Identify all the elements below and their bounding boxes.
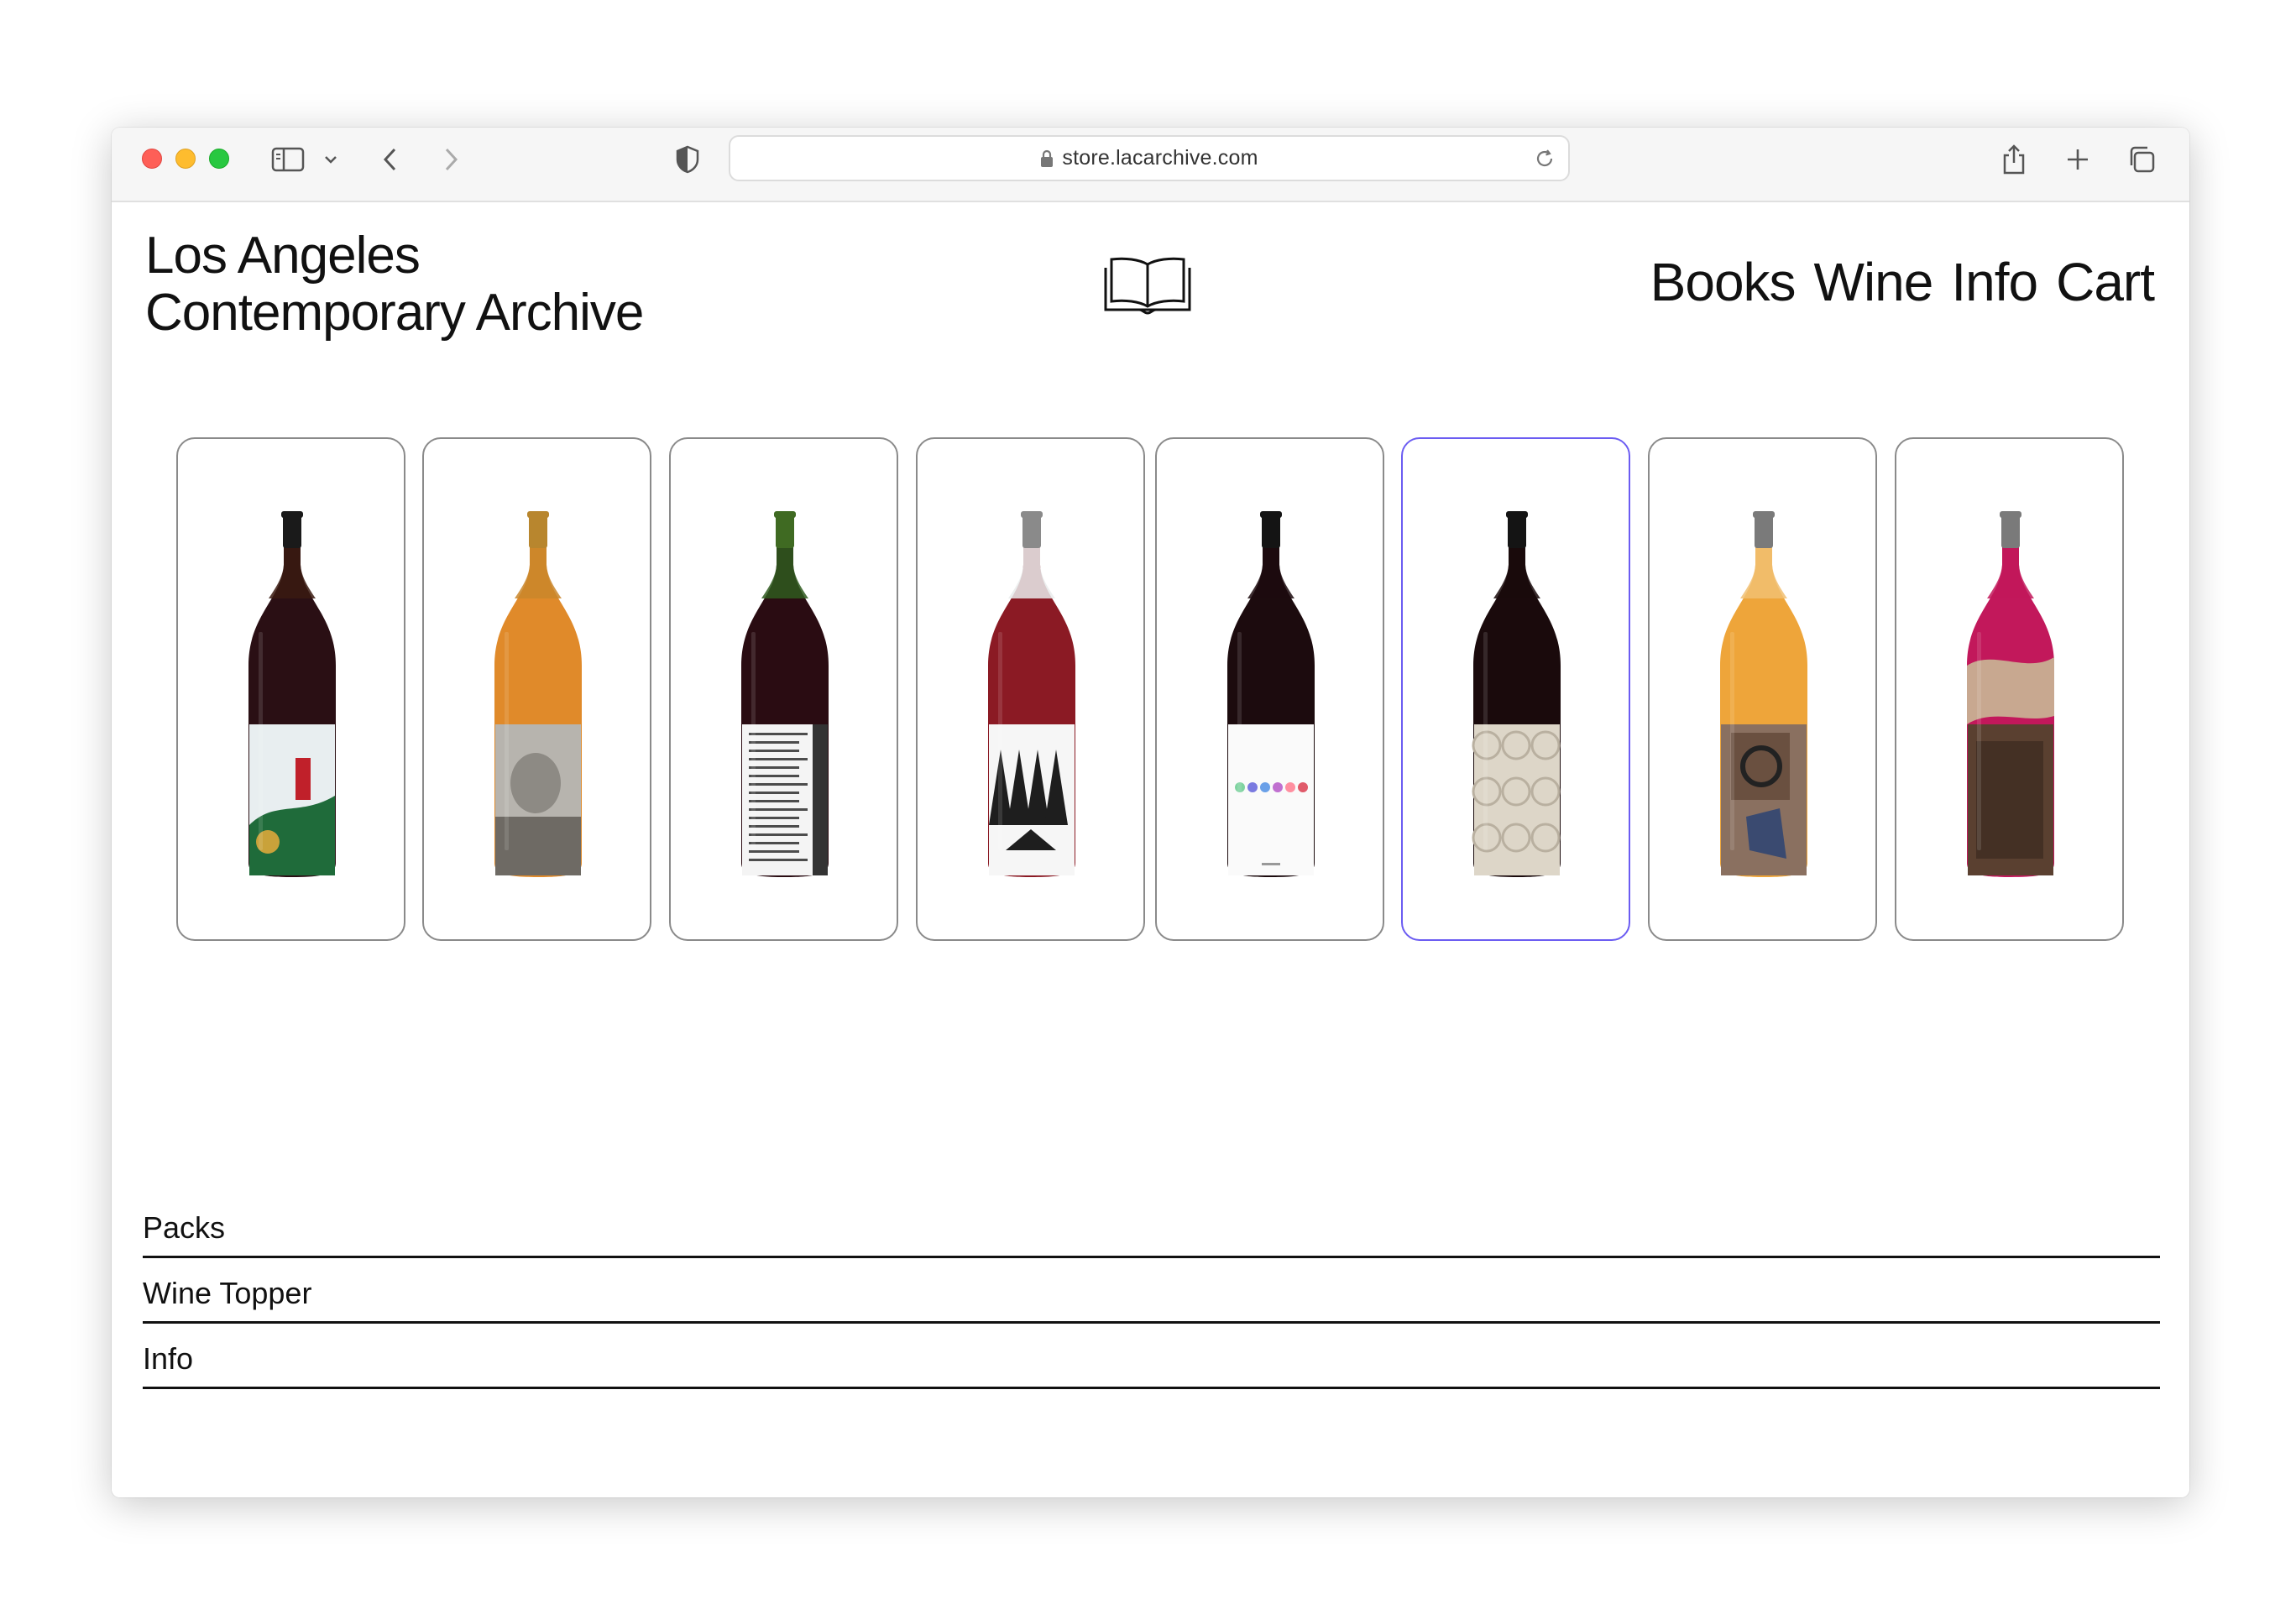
- address-bar[interactable]: store.lacarchive.com: [729, 135, 1570, 181]
- product-card[interactable]: [422, 437, 651, 941]
- sidebar-toggle-icon[interactable]: [271, 143, 305, 176]
- wine-bottle-image: [741, 511, 829, 877]
- nav-cart[interactable]: Cart: [2056, 253, 2155, 311]
- wine-bottle-image: [1472, 511, 1561, 877]
- forward-arrow-icon[interactable]: [441, 143, 461, 176]
- share-icon[interactable]: [2001, 143, 2027, 176]
- new-tab-plus-icon[interactable]: [2064, 143, 2091, 176]
- section-info[interactable]: Info: [143, 1324, 2160, 1389]
- product-card[interactable]: [669, 437, 898, 941]
- web-page: Los Angeles Contemporary Archive Books W…: [112, 202, 2189, 1497]
- wine-bottle-image: [494, 511, 582, 877]
- browser-window: store.lacarchive.com Los Angeles Contemp…: [112, 128, 2189, 1497]
- product-card[interactable]: [1155, 437, 1384, 941]
- open-book-icon[interactable]: [1103, 254, 1192, 319]
- main-nav: Books Wine Info Cart: [1650, 253, 2155, 311]
- product-card[interactable]: [1648, 437, 1877, 941]
- minimize-window-button[interactable]: [175, 149, 196, 169]
- site-title-line-2: Contemporary Archive: [145, 284, 644, 342]
- product-card[interactable]: [1895, 437, 2124, 941]
- back-arrow-icon[interactable]: [380, 143, 400, 176]
- lock-icon: [1040, 149, 1054, 168]
- reload-icon[interactable]: [1533, 147, 1556, 175]
- wine-bottle-image: [1227, 511, 1315, 877]
- section-wine-topper[interactable]: Wine Topper: [143, 1258, 2160, 1324]
- wine-bottle-image: [988, 511, 1075, 877]
- product-card[interactable]: [176, 437, 405, 941]
- wine-bottle-image: [1967, 511, 2054, 877]
- close-window-button[interactable]: [142, 149, 162, 169]
- site-title-line-1: Los Angeles: [145, 227, 421, 285]
- product-card[interactable]: [1401, 437, 1630, 941]
- url-text: store.lacarchive.com: [1062, 146, 1258, 170]
- nav-wine[interactable]: Wine: [1814, 253, 1934, 311]
- section-packs[interactable]: Packs: [143, 1193, 2160, 1258]
- wine-bottle-image: [248, 511, 336, 877]
- section-list: Packs Wine Topper Info: [143, 1193, 2160, 1389]
- nav-info[interactable]: Info: [1951, 253, 2038, 311]
- zoom-window-button[interactable]: [209, 149, 229, 169]
- tab-overview-icon[interactable]: [2126, 143, 2157, 176]
- browser-toolbar: store.lacarchive.com: [112, 128, 2189, 202]
- wine-bottle-image: [1720, 511, 1807, 877]
- product-card[interactable]: [916, 437, 1145, 941]
- nav-books[interactable]: Books: [1650, 253, 1797, 311]
- privacy-shield-icon[interactable]: [674, 143, 701, 176]
- site-title[interactable]: Los Angeles Contemporary Archive: [145, 227, 644, 342]
- chevron-down-icon[interactable]: [323, 143, 338, 176]
